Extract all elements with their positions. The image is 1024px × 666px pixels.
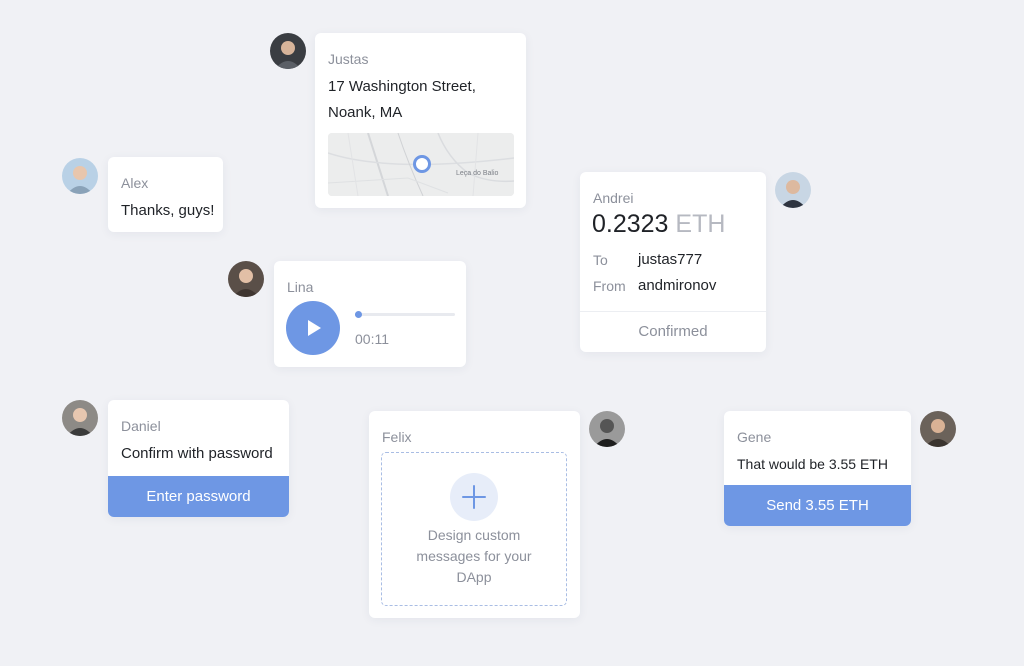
add-button[interactable] <box>450 473 498 521</box>
to-label: To <box>593 252 608 268</box>
voice-message-card: Lina 00:11 <box>274 261 466 367</box>
audio-time: 00:11 <box>355 331 389 347</box>
avatar-justas <box>270 33 306 69</box>
amount-currency: ETH <box>675 210 726 238</box>
sender-name: Gene <box>737 429 772 445</box>
description-line-1: Design custom <box>427 527 521 543</box>
custom-message-card: Felix Design custom messages for your DA… <box>369 411 580 618</box>
custom-message-dropzone[interactable]: Design custom messages for your DApp <box>381 452 567 606</box>
sender-name: Felix <box>382 429 412 445</box>
location-pin-icon <box>413 155 431 173</box>
amount-value: 0.2323 <box>592 210 669 238</box>
message-text: Thanks, guys! <box>121 202 215 219</box>
sender-name: Andrei <box>593 190 634 206</box>
sender-name: Daniel <box>121 418 161 434</box>
message-text: That would be 3.55 ETH <box>737 456 888 472</box>
plus-icon <box>462 485 486 509</box>
to-value: justas777 <box>638 251 703 268</box>
transaction-card: Andrei 0.2323 ETH To justas777 From andm… <box>580 172 766 352</box>
audio-handle[interactable] <box>355 311 362 318</box>
custom-message-description: Design custom messages for your DApp <box>382 525 566 588</box>
from-label: From <box>593 278 626 294</box>
divider <box>580 311 766 312</box>
sender-name: Lina <box>287 279 314 295</box>
sender-name: Justas <box>328 51 369 67</box>
sender-name: Alex <box>121 175 149 191</box>
avatar-andrei <box>775 172 811 208</box>
description-line-3: DApp <box>456 569 492 585</box>
text-message-card: Alex Thanks, guys! <box>108 157 223 232</box>
payment-request-card: Gene That would be 3.55 ETH Send 3.55 ET… <box>724 411 911 526</box>
message-text: Confirm with password <box>121 445 273 462</box>
play-icon <box>308 320 321 336</box>
transaction-status: Confirmed <box>638 323 708 340</box>
location-message-card: Justas 17 Washington Street, Noank, MA L… <box>315 33 526 208</box>
map-place-label: Leça do Balio <box>456 170 499 177</box>
from-value: andmironov <box>638 277 717 294</box>
address-line-2: Noank, MA <box>328 104 403 121</box>
password-request-card: Daniel Confirm with password Enter passw… <box>108 400 289 517</box>
avatar-felix <box>589 411 625 447</box>
avatar-gene <box>920 411 956 447</box>
description-line-2: messages for your <box>416 548 532 564</box>
enter-password-button[interactable]: Enter password <box>108 476 289 517</box>
avatar-alex <box>62 158 98 194</box>
address-line-1: 17 Washington Street, <box>328 78 476 95</box>
audio-track[interactable] <box>355 311 455 318</box>
avatar-daniel <box>62 400 98 436</box>
avatar-lina <box>228 261 264 297</box>
send-eth-button[interactable]: Send 3.55 ETH <box>724 485 911 526</box>
play-button[interactable] <box>286 301 340 355</box>
transaction-amount: 0.2323 ETH <box>592 210 725 239</box>
location-map[interactable]: Leça do Balio <box>328 133 514 196</box>
